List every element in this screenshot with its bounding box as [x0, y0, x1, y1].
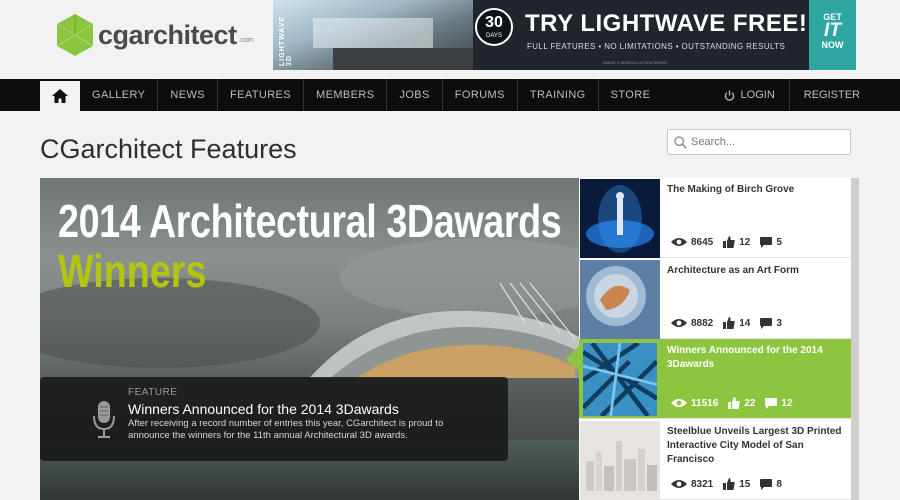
- search-icon: [674, 135, 687, 149]
- thumbs-up-icon: [723, 236, 735, 248]
- like-count: 12: [739, 236, 751, 248]
- hero-kicker: FEATURE: [128, 387, 178, 398]
- like-count: 14: [739, 317, 751, 329]
- feature-list-item[interactable]: Steelblue Unveils Largest 3D Printed Int…: [579, 420, 851, 500]
- eye-icon: [671, 319, 687, 327]
- hero-description: After receiving a record number of entri…: [128, 418, 444, 441]
- nav-item-gallery[interactable]: GALLERY: [80, 79, 159, 111]
- comment-count: 3: [776, 317, 782, 329]
- thumbs-up-icon: [723, 317, 735, 329]
- feature-item-title: Architecture as an Art Form: [667, 265, 799, 276]
- view-count: 8645: [691, 236, 714, 248]
- banner-photo: [273, 0, 473, 70]
- comment-icon: [765, 397, 778, 409]
- site-logo[interactable]: cgarchitect .com: [56, 12, 254, 58]
- thumbs-up-icon: [723, 478, 735, 490]
- eye-icon: [671, 480, 687, 488]
- banner-credit: IMAGE © MARCELLO SOLFERINO: [603, 60, 668, 65]
- hero-building-illustration: [309, 282, 579, 378]
- view-count: 11516: [691, 397, 719, 409]
- banner-cta-button[interactable]: GET IT NOW: [809, 0, 856, 70]
- login-label: LOGIN: [740, 89, 775, 101]
- home-icon: [52, 89, 68, 103]
- comment-count: 8: [776, 478, 782, 490]
- comment-count: 12: [781, 397, 793, 409]
- hero-title[interactable]: Winners Announced for the 2014 3Dawards: [128, 401, 399, 417]
- comment-icon: [760, 478, 773, 490]
- feature-thumbnail: [580, 421, 660, 500]
- comment-count: 5: [776, 236, 782, 248]
- nav-item-features[interactable]: FEATURES: [218, 79, 305, 111]
- microphone-icon: [93, 401, 115, 438]
- nav-item-news[interactable]: NEWS: [158, 79, 218, 111]
- feature-item-title: Steelblue Unveils Largest 3D Printed Int…: [667, 426, 842, 465]
- nav-item-jobs[interactable]: JOBS: [387, 79, 443, 111]
- feature-item-stats: 8882 14 3: [671, 317, 792, 329]
- banner-subtitle: FULL FEATURES • NO LIMITATIONS • OUTSTAN…: [527, 42, 786, 51]
- feature-item-stats: 8645 12 5: [671, 236, 792, 248]
- feature-list-scrollbar[interactable]: [851, 178, 859, 500]
- nav-item-forums[interactable]: FORUMS: [443, 79, 518, 111]
- hero-headline: 2014 Architectural 3Dawards: [58, 195, 562, 247]
- comment-icon: [760, 236, 773, 248]
- logo-suffix: .com: [238, 36, 254, 44]
- view-count: 8882: [691, 317, 714, 329]
- eye-icon: [671, 399, 687, 407]
- page-title: CGarchitect Features: [40, 134, 297, 164]
- feature-thumbnail: [583, 343, 657, 416]
- feature-item-title: The Making of Birch Grove: [667, 184, 795, 195]
- feature-thumbnail: [580, 179, 660, 258]
- nav-account: LOGIN REGISTER: [710, 79, 860, 111]
- active-item-pointer: [566, 346, 579, 372]
- logo-mark-icon: [56, 14, 94, 56]
- banner-title: TRY LIGHTWAVE FREE!: [525, 10, 808, 37]
- banner-days-badge: 30 DAYS: [475, 8, 513, 46]
- feature-list-item[interactable]: The Making of Birch Grove 8645 12 5: [579, 178, 851, 258]
- feature-item-stats: 8321 15 8: [671, 478, 792, 490]
- feature-item-stats: 11516 22 12: [671, 397, 803, 409]
- comment-icon: [760, 317, 773, 329]
- nav-item-members[interactable]: MEMBERS: [304, 79, 388, 111]
- hero-headline-accent: Winners: [58, 245, 207, 297]
- register-link[interactable]: REGISTER: [790, 79, 860, 111]
- feature-thumbnail: [580, 260, 660, 339]
- nav-item-training[interactable]: TRAINING: [518, 79, 599, 111]
- ad-banner[interactable]: LIGHTWAVE 3D 30 DAYS TRY LIGHTWAVE FREE!…: [273, 0, 856, 70]
- logo-wordmark: cgarchitect: [98, 19, 237, 50]
- feature-list-item-active[interactable]: Winners Announced for the 2014 3Dawards …: [579, 339, 851, 419]
- nav-item-store[interactable]: STORE: [599, 79, 663, 111]
- nav-items: GALLERY NEWS FEATURES MEMBERS JOBS FORUM…: [80, 79, 662, 111]
- login-link[interactable]: LOGIN: [710, 79, 790, 111]
- view-count: 8321: [691, 478, 714, 490]
- eye-icon: [671, 238, 687, 246]
- nav-home-button[interactable]: [40, 81, 80, 111]
- like-count: 15: [739, 478, 751, 490]
- site-header: cgarchitect .com LIGHTWAVE 3D 30 DAYS TR…: [0, 0, 900, 78]
- search-input[interactable]: [691, 136, 841, 148]
- like-count: 22: [744, 397, 756, 409]
- power-icon: [724, 89, 734, 101]
- feature-item-title: Winners Announced for the 2014 3Dawards: [667, 345, 823, 370]
- thumbs-up-icon: [728, 397, 741, 409]
- banner-brand-vertical: LIGHTWAVE 3D: [279, 15, 293, 66]
- main-nav: GALLERY NEWS FEATURES MEMBERS JOBS FORUM…: [0, 79, 900, 111]
- search-box[interactable]: [667, 129, 851, 155]
- page: cgarchitect .com LIGHTWAVE 3D 30 DAYS TR…: [0, 0, 900, 500]
- feature-list-item[interactable]: Architecture as an Art Form 8882 14 3: [579, 259, 851, 339]
